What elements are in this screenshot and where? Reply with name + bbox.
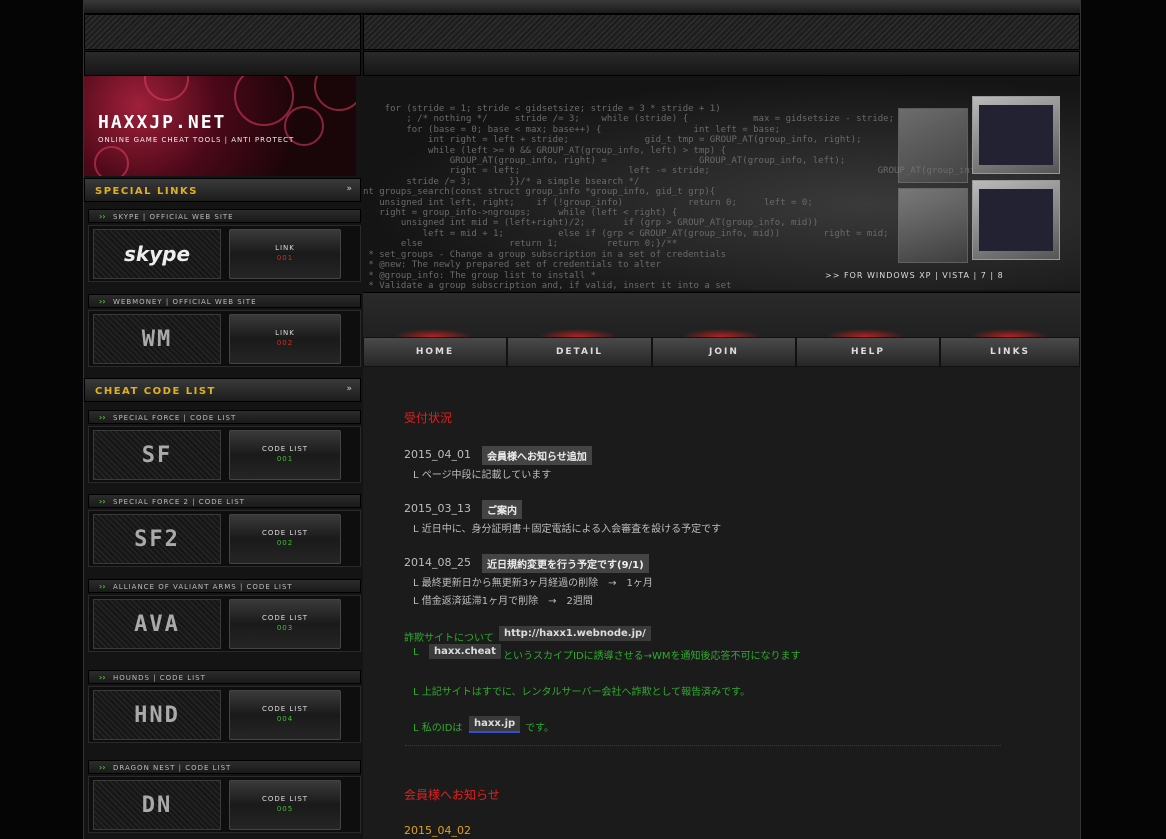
news-date: 2014_08_25 (404, 556, 471, 569)
item-caption: ›› SPECIAL FORCE 2 | CODE LIST (88, 494, 361, 508)
ava-logo-image[interactable]: AVA (93, 599, 221, 649)
hounds-logo-image[interactable]: HND (93, 690, 221, 740)
ava-code-list-button[interactable]: CODE LIST 003 (229, 599, 341, 649)
divider (405, 745, 1001, 746)
sf2-logo-image[interactable]: SF2 (93, 514, 221, 564)
webmoney-logo-image[interactable]: WM (93, 314, 221, 364)
fraud-line3-text: L 上記サイトはすでに、レンタルサーバー会社へ詐欺として報告済みです。 (413, 687, 751, 698)
news-tag: ご案内 (482, 500, 522, 519)
special-links-header[interactable]: SPECIAL LINKS » (84, 178, 361, 202)
section-title-status: 受付状況 (404, 411, 453, 425)
nav-join[interactable]: JOIN (652, 337, 796, 367)
dn-code-list-button[interactable]: CODE LIST 005 (229, 780, 341, 830)
members-date: 2015_04_02 (404, 824, 471, 837)
sf-code-list-button[interactable]: CODE LIST 001 (229, 430, 341, 480)
collapse-arrow-icon[interactable]: » (346, 184, 352, 194)
windows-logo-icon (898, 96, 1063, 266)
dn-logo-image[interactable]: DN (93, 780, 221, 830)
cheat-code-list-title: CHEAT CODE LIST (95, 386, 216, 397)
fraud-label: 詐欺サイトについて (404, 633, 494, 644)
collapse-arrow-icon[interactable]: » (346, 384, 352, 394)
fraud-line2-text: というスカイプIDに誘導させる→WMを通知後応答不可になります (503, 651, 801, 662)
item-caption: ›› SPECIAL FORCE | CODE LIST (88, 410, 361, 424)
news-line: L ページ中段に記載しています (413, 470, 552, 481)
right-gutter (1081, 0, 1166, 839)
fraud-line4-suffix: です。 (525, 723, 554, 734)
page: 66082 HAXXJP.NET ONLINE GAME CHEAT TOOLS… (0, 0, 1166, 839)
item-caption: ›› DRAGON NEST | CODE LIST (88, 760, 361, 774)
fraud-url-link[interactable]: http://haxx1.webnode.jp/ (499, 626, 651, 641)
fraud-skype-id: haxx.cheat (429, 644, 501, 659)
item-caption: ›› HOUNDS | CODE LIST (88, 670, 361, 684)
header-strip-right (363, 51, 1080, 76)
nav-help[interactable]: HELP (796, 337, 940, 367)
nav-home[interactable]: HOME (363, 337, 507, 367)
webmoney-link-button[interactable]: LINK 002 (229, 314, 341, 364)
top-bar (84, 0, 1080, 14)
banner-os-support: >> FOR WINDOWS XP | VISTA | 7 | 8 (825, 271, 1004, 280)
sf2-code-list-button[interactable]: CODE LIST 002 (229, 514, 341, 564)
header-banner: for (stride = 1; stride < gidsetsize; st… (363, 76, 1080, 290)
item-caption: ›› SKYPE | OFFICIAL WEB SITE (88, 209, 361, 223)
nav-links[interactable]: LINKS (940, 337, 1080, 367)
news-date: 2015_04_01 (404, 448, 471, 461)
hounds-code-list-button[interactable]: CODE LIST 004 (229, 690, 341, 740)
item-caption: ›› ALLIANCE OF VALIANT ARMS | CODE LIST (88, 579, 361, 593)
news-tag: 近日規約変更を行う予定です(9/1) (482, 554, 649, 573)
fraud-line4-prefix: L 私のIDは (413, 723, 463, 734)
sf-logo-image[interactable]: SF (93, 430, 221, 480)
site-logo[interactable]: HAXXJP.NET ONLINE GAME CHEAT TOOLS | ANT… (84, 76, 356, 176)
logo-subtitle: ONLINE GAME CHEAT TOOLS | ANTI PROTECT (98, 136, 295, 144)
news-line: L 最終更新日から無更新3ヶ月経過の削除 → 1ヶ月 (413, 578, 653, 589)
skype-logo-image[interactable]: skype (93, 229, 221, 279)
main-content: 受付状況 2015_04_01 会員様へお知らせ追加 L ページ中段に記載してい… (363, 368, 1080, 839)
nav-detail[interactable]: DETAIL (507, 337, 652, 367)
cheat-code-list-header[interactable]: CHEAT CODE LIST » (84, 378, 361, 402)
logo-title: HAXXJP.NET (98, 112, 227, 133)
news-line: L 近日中に、身分証明書＋固定電話による入会審査を設ける予定です (413, 524, 722, 535)
left-gutter (0, 0, 83, 839)
skype-link-button[interactable]: LINK 001 (229, 229, 341, 279)
news-date: 2015_03_13 (404, 502, 471, 515)
site-frame: HAXXJP.NET ONLINE GAME CHEAT TOOLS | ANT… (83, 0, 1081, 839)
header-strip-left (84, 51, 361, 76)
sidebar: SPECIAL LINKS » ›› SKYPE | OFFICIAL WEB S… (84, 176, 361, 839)
news-line: L 借金返済延滞1ヶ月で削除 → 2週間 (413, 596, 593, 607)
item-caption: ›› WEBMONEY | OFFICIAL WEB SITE (88, 294, 361, 308)
section-title-members: 会員様へお知らせ (404, 788, 500, 802)
special-links-title: SPECIAL LINKS (95, 186, 198, 197)
header-block-left (84, 14, 361, 50)
fraud-line-prefix: L (413, 647, 419, 658)
my-id-link[interactable]: haxx.jp (469, 716, 521, 733)
header-block-right (363, 14, 1080, 50)
main-nav: HOME DETAIL JOIN HELP LINKS (363, 292, 1080, 368)
banner-code-text: for (stride = 1; stride < gidsetsize; st… (363, 104, 986, 290)
news-tag: 会員様へお知らせ追加 (482, 446, 592, 465)
